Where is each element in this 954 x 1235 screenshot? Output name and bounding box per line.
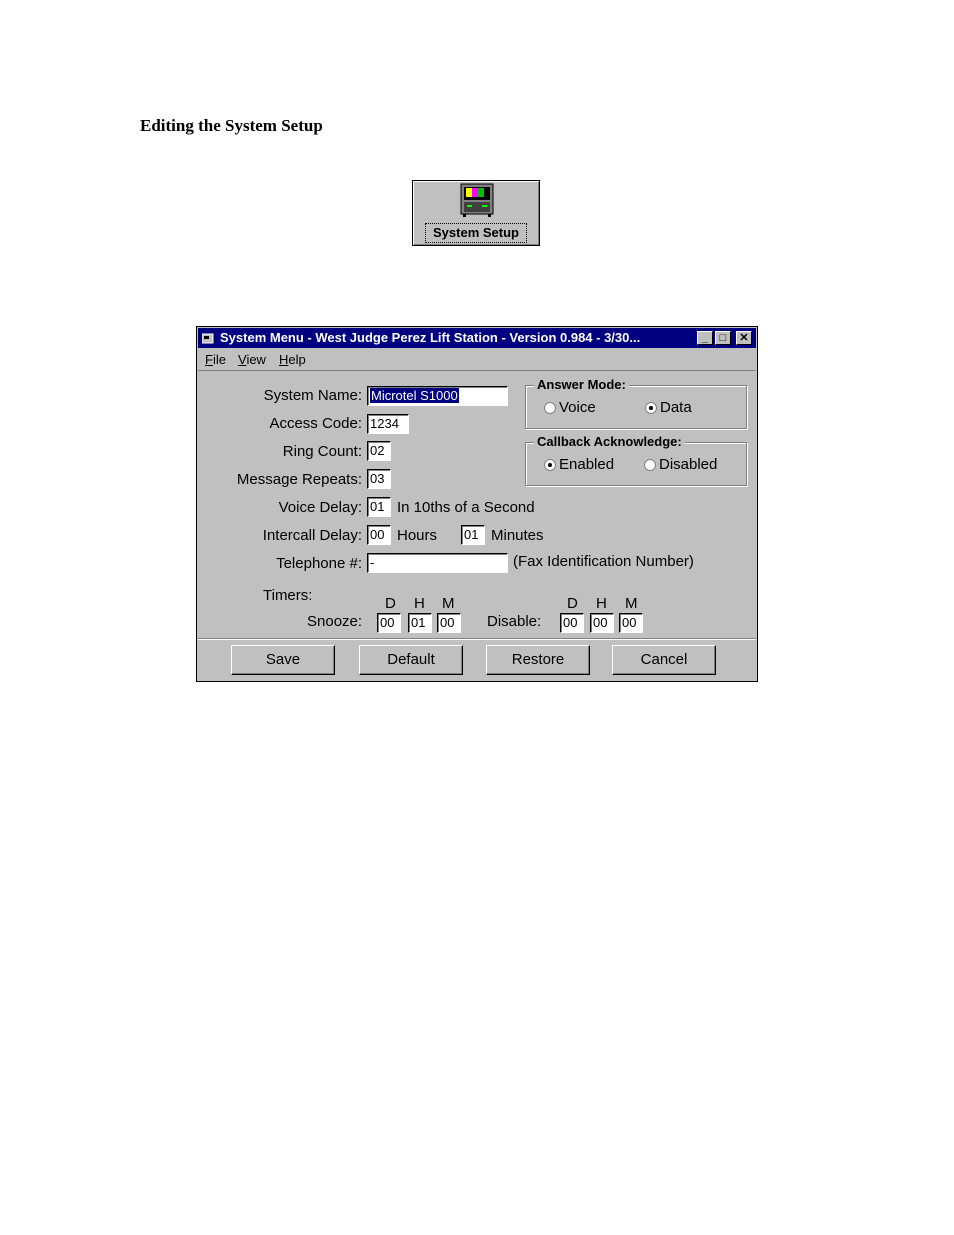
access-code-input[interactable]: 1234 bbox=[367, 414, 409, 434]
minimize-button[interactable]: _ bbox=[697, 331, 713, 345]
default-button[interactable]: Default bbox=[359, 645, 463, 675]
enabled-radio[interactable] bbox=[544, 459, 556, 471]
disable-label: Disable: bbox=[487, 613, 542, 630]
system-menu-window: System Menu - West Judge Perez Lift Stat… bbox=[196, 326, 758, 682]
snooze-hours-input[interactable]: 01 bbox=[408, 613, 432, 633]
cancel-button[interactable]: Cancel bbox=[612, 645, 716, 675]
system-setup-button[interactable]: System Setup bbox=[412, 180, 540, 246]
disable-days-input[interactable]: 00 bbox=[560, 613, 584, 633]
data-radio-label[interactable]: Data bbox=[660, 399, 692, 417]
callback-ack-title: Callback Acknowledge: bbox=[534, 434, 685, 450]
disable-col-m: M bbox=[625, 595, 638, 612]
answer-mode-group: Answer Mode: Voice Data bbox=[525, 377, 747, 429]
button-separator bbox=[198, 638, 756, 640]
data-radio[interactable] bbox=[645, 402, 657, 414]
restore-button[interactable]: Restore bbox=[486, 645, 590, 675]
snooze-col-d: D bbox=[385, 595, 396, 612]
snooze-minutes-input[interactable]: 00 bbox=[437, 613, 461, 633]
telephone-label: Telephone #: bbox=[276, 555, 362, 572]
timers-label: Timers: bbox=[263, 587, 313, 604]
disabled-radio[interactable] bbox=[644, 459, 656, 471]
menu-file[interactable]: File bbox=[205, 349, 226, 370]
close-button[interactable]: ✕ bbox=[736, 331, 752, 345]
menu-bar: File View Help bbox=[198, 349, 756, 371]
message-repeats-label: Message Repeats: bbox=[236, 471, 362, 488]
snooze-col-h: H bbox=[414, 595, 425, 612]
voice-radio[interactable] bbox=[544, 402, 556, 414]
voice-delay-input[interactable]: 01 bbox=[367, 497, 391, 517]
hours-label: Hours bbox=[397, 527, 438, 544]
system-name-label: System Name: bbox=[263, 387, 362, 404]
disable-hours-input[interactable]: 00 bbox=[590, 613, 614, 633]
minutes-label: Minutes bbox=[491, 527, 544, 544]
snooze-days-input[interactable]: 00 bbox=[377, 613, 401, 633]
ring-count-label: Ring Count: bbox=[282, 443, 362, 460]
maximize-button[interactable]: □ bbox=[715, 331, 731, 345]
intercall-minutes-input[interactable]: 01 bbox=[461, 525, 485, 545]
title-bar[interactable]: System Menu - West Judge Perez Lift Stat… bbox=[198, 328, 756, 348]
callback-ack-group: Callback Acknowledge: Enabled Disabled bbox=[525, 434, 747, 486]
voice-delay-label: Voice Delay: bbox=[278, 499, 362, 516]
telephone-hint: (Fax Identification Number) bbox=[513, 553, 694, 570]
menu-help[interactable]: Help bbox=[279, 349, 306, 370]
disabled-radio-label[interactable]: Disabled bbox=[659, 456, 717, 474]
answer-mode-title: Answer Mode: bbox=[534, 377, 629, 393]
page-heading: Editing the System Setup bbox=[140, 116, 323, 135]
intercall-hours-input[interactable]: 00 bbox=[367, 525, 391, 545]
menu-view[interactable]: View bbox=[238, 349, 266, 370]
voice-radio-label[interactable]: Voice bbox=[559, 399, 596, 417]
snooze-label: Snooze: bbox=[307, 613, 363, 630]
telephone-input[interactable]: - bbox=[367, 553, 508, 573]
snooze-col-m: M bbox=[442, 595, 455, 612]
app-icon bbox=[202, 333, 214, 344]
window-title: System Menu - West Judge Perez Lift Stat… bbox=[220, 330, 641, 345]
intercall-delay-label: Intercall Delay: bbox=[262, 527, 362, 544]
voice-delay-unit: In 10ths of a Second bbox=[397, 499, 535, 516]
disable-col-h: H bbox=[596, 595, 607, 612]
save-button[interactable]: Save bbox=[231, 645, 335, 675]
disable-minutes-input[interactable]: 00 bbox=[619, 613, 643, 633]
system-setup-label: System Setup bbox=[425, 223, 527, 243]
enabled-radio-label[interactable]: Enabled bbox=[559, 456, 614, 474]
system-name-input[interactable]: Microtel S1000 bbox=[367, 386, 508, 406]
ring-count-input[interactable]: 02 bbox=[367, 441, 391, 461]
disable-col-d: D bbox=[567, 595, 578, 612]
computer-icon bbox=[460, 183, 494, 217]
access-code-label: Access Code: bbox=[269, 415, 362, 432]
message-repeats-input[interactable]: 03 bbox=[367, 469, 391, 489]
